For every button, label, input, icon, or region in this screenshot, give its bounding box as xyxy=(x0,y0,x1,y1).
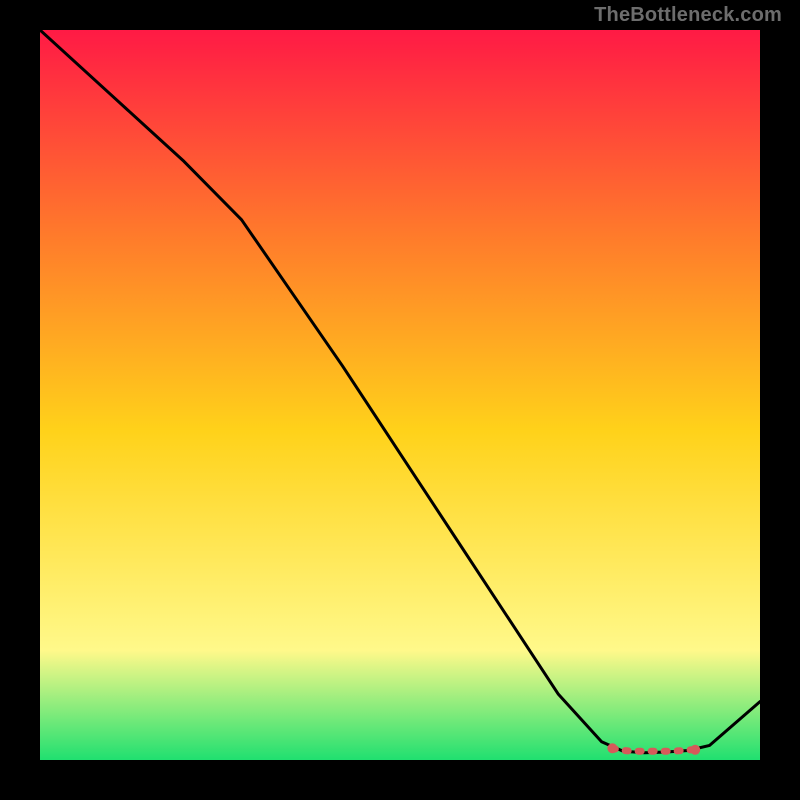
plot-area xyxy=(40,30,760,760)
marker-dot xyxy=(690,745,700,755)
chart-svg xyxy=(40,30,760,760)
marker-dot xyxy=(607,743,617,753)
chart-container: TheBottleneck.com xyxy=(0,0,800,800)
gradient-background xyxy=(40,30,760,760)
marker-path xyxy=(612,748,695,751)
watermark-text: TheBottleneck.com xyxy=(594,4,782,27)
